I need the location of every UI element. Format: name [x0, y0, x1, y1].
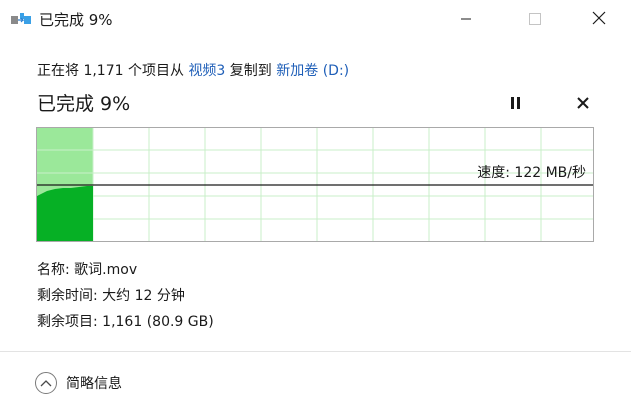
- fewer-details-label: 简略信息: [66, 376, 122, 392]
- destination-folder-link[interactable]: 新加卷 (D:): [276, 63, 349, 79]
- progress-heading: 已完成 9%: [37, 93, 131, 115]
- copy-middle: 复制到: [225, 63, 277, 79]
- title-bar: 已完成 9%: [0, 0, 631, 38]
- close-icon: [592, 10, 606, 29]
- copy-description: 正在将 1,171 个项目从 视频3 复制到 新加卷 (D:): [37, 60, 349, 80]
- file-copy-icon: [11, 12, 31, 26]
- cancel-button[interactable]: [571, 92, 595, 114]
- pause-button[interactable]: [504, 92, 528, 114]
- minimize-button[interactable]: [443, 0, 489, 38]
- cancel-icon: [577, 94, 589, 113]
- time-remaining-info: 剩余时间: 大约 12 分钟: [37, 288, 185, 304]
- maximize-button[interactable]: [512, 0, 558, 38]
- fewer-details-toggle[interactable]: 简略信息: [35, 371, 122, 395]
- copy-prefix: 正在将 1,171 个项目从: [37, 63, 189, 79]
- window-title: 已完成 9%: [39, 11, 113, 29]
- footer-divider: [0, 351, 631, 352]
- minimize-icon: [460, 10, 472, 29]
- speed-history-area: [37, 186, 93, 241]
- chevron-up-icon: [35, 372, 57, 394]
- pause-icon: [511, 94, 521, 113]
- items-remaining-info: 剩余项目: 1,161 (80.9 GB): [37, 314, 214, 330]
- speed-graph-svg: [37, 128, 593, 241]
- speed-label: 速度: 122 MB/秒: [477, 165, 586, 181]
- file-name-info: 名称: 歌词.mov: [37, 262, 138, 278]
- transfer-speed-graph: 速度: 122 MB/秒: [36, 127, 594, 242]
- maximize-icon: [529, 10, 541, 29]
- close-button[interactable]: [576, 0, 622, 38]
- source-folder-link[interactable]: 视频3: [188, 63, 225, 79]
